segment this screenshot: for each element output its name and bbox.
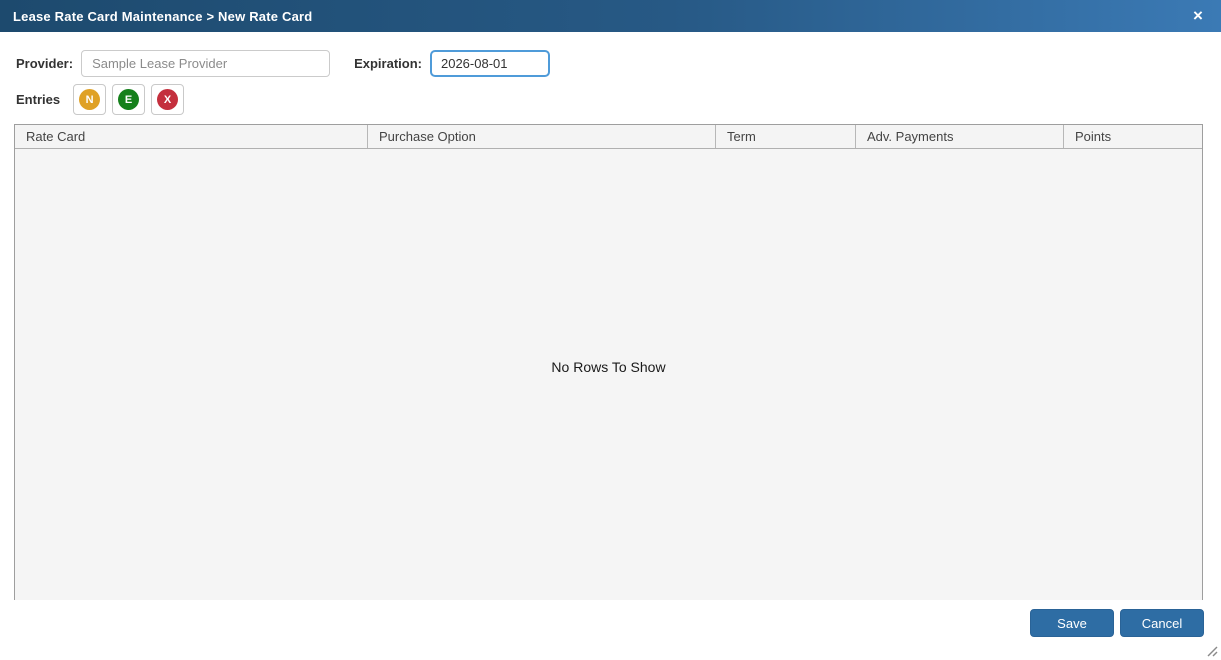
column-header-term[interactable]: Term bbox=[716, 125, 856, 148]
new-entry-icon: N bbox=[79, 89, 100, 110]
cancel-button[interactable]: Cancel bbox=[1120, 609, 1204, 637]
footer-actions: Save Cancel bbox=[1030, 609, 1204, 637]
entries-grid: Rate Card Purchase Option Term Adv. Paym… bbox=[14, 124, 1203, 600]
entries-new-button[interactable]: N bbox=[73, 84, 106, 115]
column-header-adv-payments[interactable]: Adv. Payments bbox=[856, 125, 1064, 148]
provider-label: Provider: bbox=[16, 56, 73, 71]
entries-edit-button[interactable]: E bbox=[112, 84, 145, 115]
column-header-purchase-option[interactable]: Purchase Option bbox=[368, 125, 716, 148]
form-row: Provider: Expiration: bbox=[16, 50, 550, 77]
save-button[interactable]: Save bbox=[1030, 609, 1114, 637]
expiration-field[interactable] bbox=[430, 50, 550, 77]
resize-handle-icon[interactable] bbox=[1204, 643, 1218, 657]
entries-delete-button[interactable]: X bbox=[151, 84, 184, 115]
column-header-rate-card[interactable]: Rate Card bbox=[15, 125, 368, 148]
grid-body: No Rows To Show bbox=[15, 149, 1202, 600]
provider-field[interactable] bbox=[81, 50, 330, 77]
titlebar: Lease Rate Card Maintenance > New Rate C… bbox=[0, 0, 1221, 32]
entries-label: Entries bbox=[16, 92, 60, 107]
close-icon[interactable]: × bbox=[1184, 0, 1212, 32]
empty-rows-message: No Rows To Show bbox=[15, 359, 1202, 375]
delete-entry-icon: X bbox=[157, 89, 178, 110]
entries-toolbar: Entries N E X bbox=[16, 84, 190, 115]
expiration-label: Expiration: bbox=[354, 56, 422, 71]
column-header-points[interactable]: Points bbox=[1064, 125, 1202, 148]
grid-header-row: Rate Card Purchase Option Term Adv. Paym… bbox=[15, 125, 1202, 149]
page-title: Lease Rate Card Maintenance > New Rate C… bbox=[13, 9, 312, 24]
edit-entry-icon: E bbox=[118, 89, 139, 110]
